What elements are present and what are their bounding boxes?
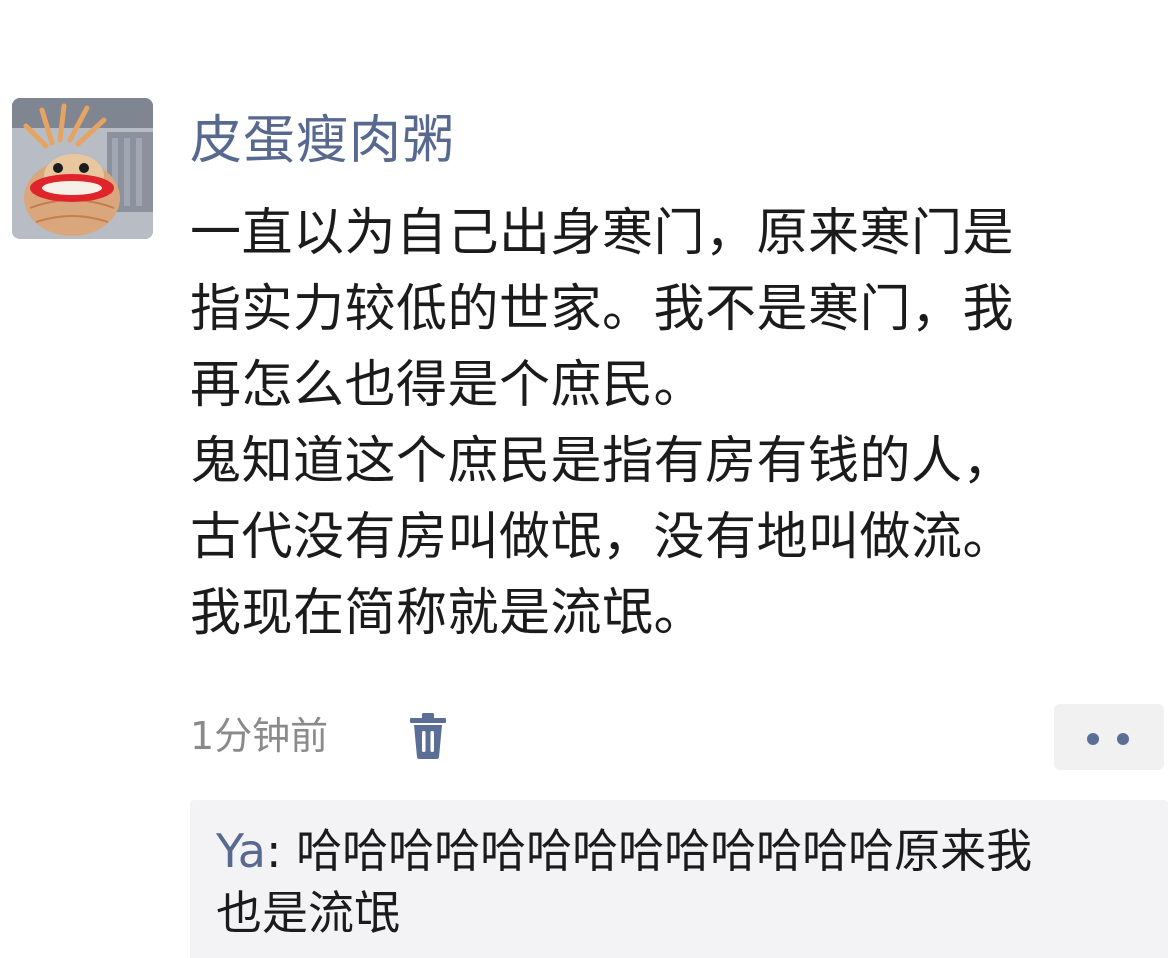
comment-text: 哈哈哈哈哈哈哈哈哈哈哈哈哈原来我 xyxy=(296,824,1033,878)
moment-post: 皮蛋瘦肉粥 一直以为自己出身寒门，原来寒门是 指实力较低的世家。我不是寒门，我 … xyxy=(0,0,1170,958)
avatar-image xyxy=(12,98,153,239)
post-text-line: 鬼知道这个庶民是指有房有钱的人， xyxy=(190,432,1015,491)
comment-line: Ya: 哈哈哈哈哈哈哈哈哈哈哈哈哈原来我 xyxy=(216,820,1146,882)
delete-button[interactable] xyxy=(408,712,448,760)
trash-icon xyxy=(410,713,446,759)
more-dots-icon xyxy=(1117,733,1129,745)
post-text: 一直以为自己出身寒门，原来寒门是 指实力较低的世家。我不是寒门，我 再怎么也得是… xyxy=(190,196,1160,652)
post-text-line: 一直以为自己出身寒门，原来寒门是 xyxy=(190,204,1015,263)
comment-item[interactable]: Ya: 哈哈哈哈哈哈哈哈哈哈哈哈哈原来我 也是流氓 xyxy=(216,820,1146,944)
commenter-name[interactable]: Ya xyxy=(216,824,266,878)
author-name[interactable]: 皮蛋瘦肉粥 xyxy=(190,108,455,174)
comment-text: 也是流氓 xyxy=(216,886,400,940)
comment-separator: : xyxy=(265,824,297,878)
post-timestamp: 1分钟前 xyxy=(190,714,329,758)
avatar[interactable] xyxy=(12,98,153,239)
more-dots-icon xyxy=(1087,733,1099,745)
post-text-line: 再怎么也得是个庶民。 xyxy=(190,356,706,415)
comment-section: Ya: 哈哈哈哈哈哈哈哈哈哈哈哈哈原来我 也是流氓 xyxy=(190,800,1168,958)
post-text-line: 指实力较低的世家。我不是寒门，我 xyxy=(190,280,1015,339)
more-actions-button[interactable] xyxy=(1054,704,1164,770)
post-text-line: 古代没有房叫做氓，没有地叫做流。 xyxy=(190,508,1015,567)
post-text-line: 我现在简称就是流氓。 xyxy=(190,584,706,643)
